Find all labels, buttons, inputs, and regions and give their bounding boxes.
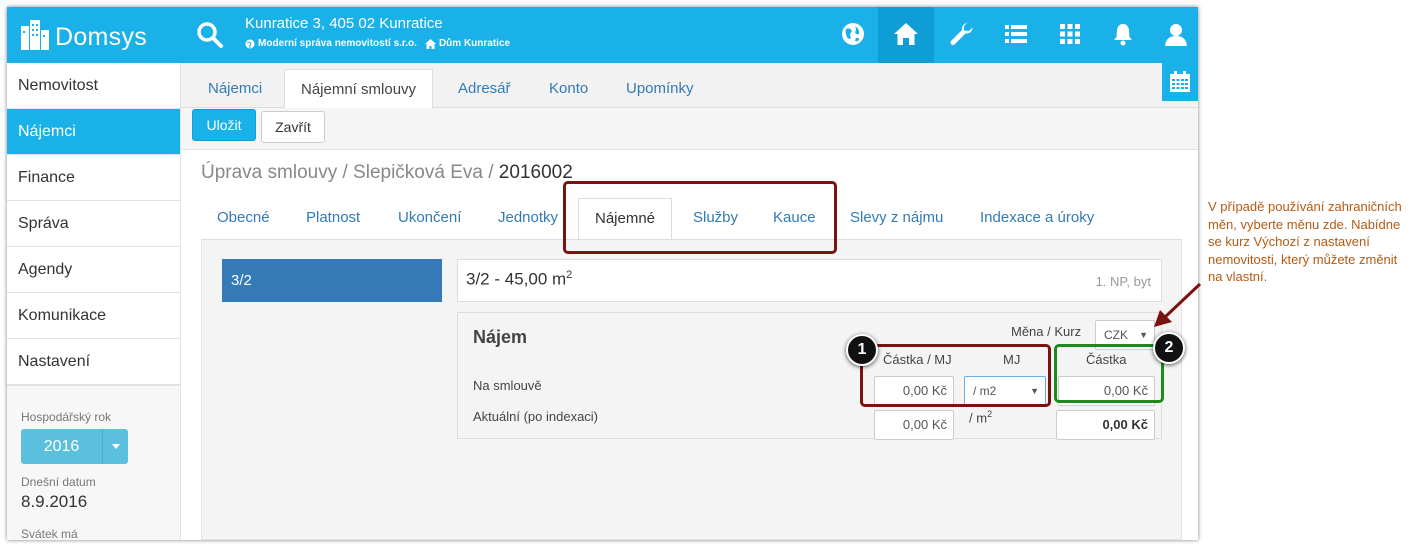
actual-amount-field: 0,00 Kč [1056,410,1155,440]
home-icon [894,23,918,45]
sidebar-item-finance[interactable]: Finance [7,155,180,201]
tab-obecne[interactable]: Obecné [201,198,286,240]
unit-selector-3-2[interactable]: 3/2 [222,259,442,302]
toolbar: Uložit Zavřít [181,108,1198,150]
actual-amount-per-unit-field: 0,00 Kč [874,410,954,440]
wrench-icon[interactable] [948,21,974,47]
sidebar-item-najemci[interactable]: Nájemci [7,109,180,155]
tab-platnost[interactable]: Platnost [290,198,376,240]
annotation-arrow-icon [1154,282,1202,327]
annotation-frame-tabs [563,181,837,254]
building-link[interactable]: Dům Kunratice [424,38,511,49]
calendar-button[interactable] [1162,63,1198,101]
sidebar-info-panel: Hospodářský rok 2016 Dnešní datum 8.9.20… [7,385,180,540]
annotation-frame-2 [1054,344,1164,403]
sidebar-item-nastaveni[interactable]: Nastavení [7,339,180,385]
fiscal-year-dropdown[interactable]: 2016 [21,429,128,464]
property-address[interactable]: Kunratice 3, 405 02 Kunratice [245,15,443,32]
annotation-marker-2: 2 [1153,332,1185,364]
user-icon[interactable] [1163,21,1189,47]
logo[interactable]: Domsys [19,17,147,53]
property-subtitle: Moderní správa nemovitostí s.r.o. Dům Ku… [245,38,510,49]
caret-down-icon[interactable] [102,429,128,464]
main-tabs: Nájemci Nájemní smlouvy Adresář Konto Up… [181,63,1198,109]
unit-info: 1. NP, byt [1095,274,1151,289]
globe-small-icon [245,39,255,48]
close-button[interactable]: Zavřít [261,111,325,143]
top-bar: Domsys Kunratice 3, 405 02 Kunratice Mod… [7,7,1198,63]
sidebar: Nemovitost Nájemci Finance Správa Agendy… [7,63,181,540]
row-actual-label: Aktuální (po indexaci) [473,409,599,424]
home-tab[interactable] [878,7,934,63]
row-contract-label: Na smlouvě [473,378,542,393]
currency-label: Měna / Kurz [1011,324,1082,339]
tab-najemci[interactable]: Nájemci [192,69,278,109]
company-name: Moderní správa nemovitostí s.r.o. [258,38,417,49]
sidebar-item-sprava[interactable]: Správa [7,201,180,247]
nameday-label: Svátek má [21,527,78,540]
breadcrumb: Úprava smlouvy / Slepičková Eva / 201600… [201,162,573,184]
fiscal-year-label: Hospodářský rok [21,410,112,424]
bell-icon[interactable] [1110,21,1136,47]
calendar-icon [1170,71,1190,92]
tab-indexace-a-uroky[interactable]: Indexace a úroky [964,198,1110,240]
today-label: Dnešní datum [21,475,96,489]
app-window: Domsys Kunratice 3, 405 02 Kunratice Mod… [7,7,1198,540]
unit-name: 3/2 - 45,00 m2 [466,269,573,289]
search-icon[interactable] [196,21,224,49]
breadcrumb-current: 2016002 [498,162,573,183]
today-date: 8.9.2016 [21,492,88,511]
save-button[interactable]: Uložit [192,109,256,141]
building-logo-icon [21,20,49,50]
sidebar-item-nemovitost[interactable]: Nemovitost [7,63,180,109]
sidebar-item-komunikace[interactable]: Komunikace [7,293,180,339]
annotation-frame-1 [860,344,1051,407]
grid-icon[interactable] [1057,21,1083,47]
tab-slevy-z-najmu[interactable]: Slevy z nájmu [834,198,959,240]
actual-unit: / m2 [969,409,993,426]
breadcrumb-path: Úprava smlouvy / Slepičková Eva / [201,162,499,183]
rent-title: Nájem [473,327,528,347]
unit-header: 3/2 - 45,00 m2 1. NP, byt [457,259,1162,302]
fiscal-year-value: 2016 [43,438,80,455]
home-small-icon [424,38,436,49]
tab-jednotky[interactable]: Jednotky [482,198,574,240]
tab-konto[interactable]: Konto [533,69,604,109]
logo-text: Domsys [55,22,148,51]
currency-value: CZK [1104,328,1128,342]
list-icon[interactable] [1003,21,1029,47]
sidebar-item-agendy[interactable]: Agendy [7,247,180,293]
tab-najemni-smlouvy[interactable]: Nájemní smlouvy [284,69,434,109]
tab-adresar[interactable]: Adresář [442,69,527,109]
tab-ukonceni[interactable]: Ukončení [382,198,477,240]
globe-icon[interactable] [840,21,866,47]
company-link[interactable]: Moderní správa nemovitostí s.r.o. [245,38,417,49]
tab-upominky[interactable]: Upomínky [610,69,710,109]
screenshot: Domsys Kunratice 3, 405 02 Kunratice Mod… [0,0,1410,548]
annotation-note: V případě používání zahraničních měn, vy… [1208,199,1402,284]
building-name: Dům Kunratice [438,38,511,49]
annotation-marker-1: 1 [846,334,878,366]
